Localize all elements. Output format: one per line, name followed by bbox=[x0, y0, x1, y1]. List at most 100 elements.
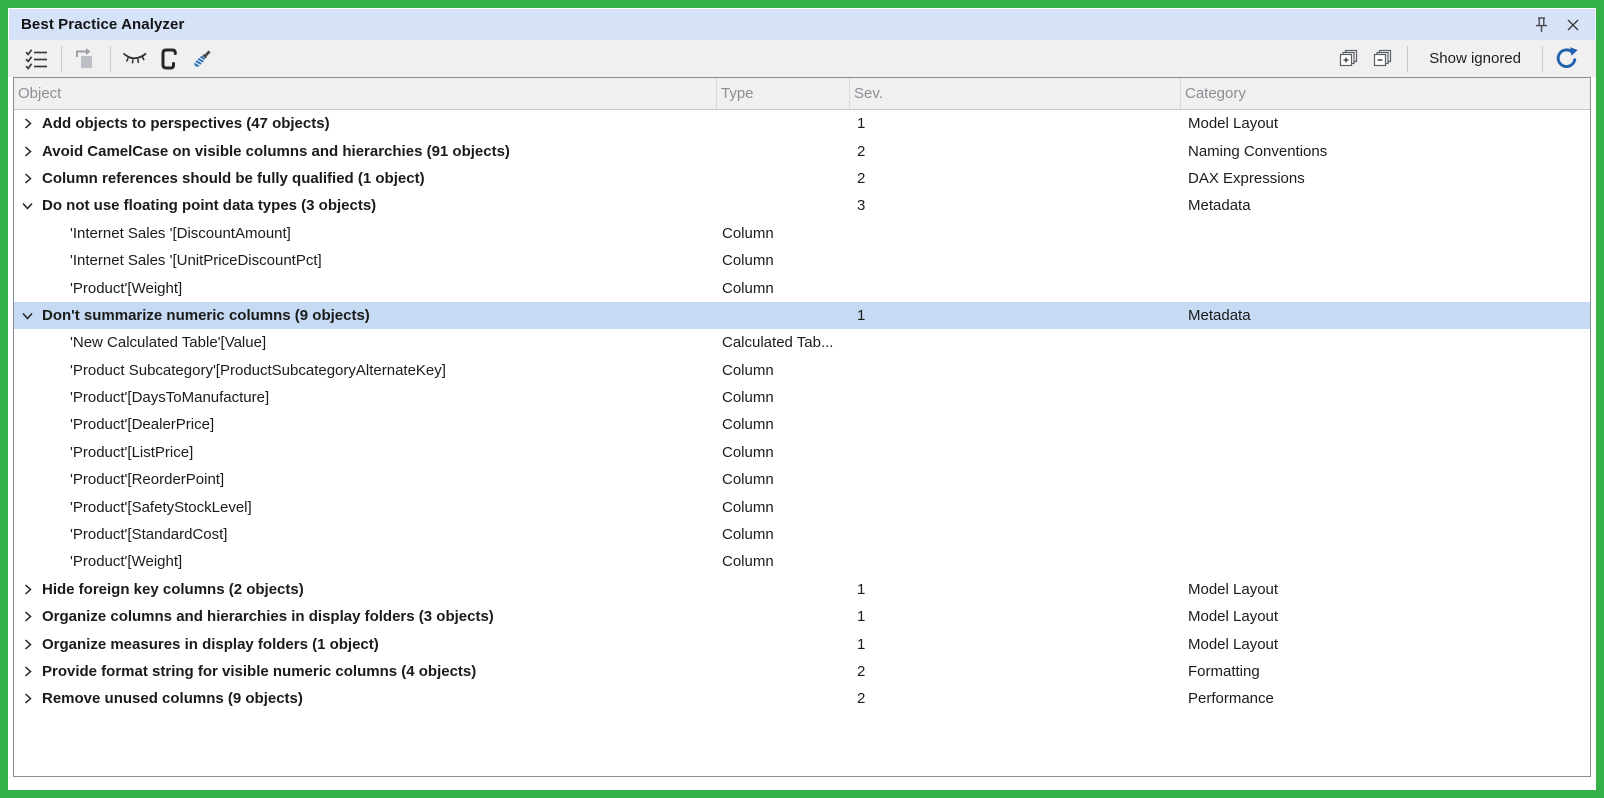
object-label: Don't summarize numeric columns (9 objec… bbox=[42, 307, 370, 324]
pin-button[interactable] bbox=[1529, 13, 1553, 37]
object-label: Remove unused columns (9 objects) bbox=[42, 690, 303, 707]
category-cell: Model Layout bbox=[1181, 608, 1590, 625]
toolbar-right-group: Show ignored bbox=[1332, 44, 1584, 74]
toolbar-separator bbox=[1407, 46, 1408, 72]
column-header-category[interactable]: Category bbox=[1181, 78, 1590, 109]
object-label: Do not use floating point data types (3 … bbox=[42, 197, 376, 214]
object-label: 'Product'[DealerPrice] bbox=[70, 416, 214, 433]
type-cell: Column bbox=[717, 416, 850, 433]
severity-cell: 2 bbox=[850, 143, 1181, 160]
manage-rules-button[interactable] bbox=[20, 44, 52, 74]
object-label: Add objects to perspectives (47 objects) bbox=[42, 115, 330, 132]
column-header-object[interactable]: Object bbox=[14, 78, 717, 109]
table-row[interactable]: 'Product'[StandardCost] Column bbox=[14, 521, 1590, 548]
table-row[interactable]: Column references should be fully qualif… bbox=[14, 165, 1590, 192]
table-row[interactable]: Provide format string for visible numeri… bbox=[14, 658, 1590, 685]
object-label: 'Product'[DaysToManufacture] bbox=[70, 389, 269, 406]
object-label: 'Product'[SafetyStockLevel] bbox=[70, 499, 252, 516]
category-cell: Model Layout bbox=[1181, 581, 1590, 598]
object-label: 'Product'[Weight] bbox=[70, 280, 182, 297]
chevron-down-icon[interactable] bbox=[20, 199, 35, 212]
bpa-table: Object Type Sev. Category Add objects to… bbox=[13, 77, 1591, 777]
type-cell: Calculated Tab... bbox=[717, 334, 850, 351]
column-header-type[interactable]: Type bbox=[717, 78, 850, 109]
refresh-icon bbox=[1554, 46, 1579, 71]
table-row[interactable]: Add objects to perspectives (47 objects)… bbox=[14, 110, 1590, 137]
object-label: 'Product'[Weight] bbox=[70, 553, 182, 570]
object-label: 'New Calculated Table'[Value] bbox=[70, 334, 266, 351]
object-label: 'Internet Sales '[DiscountAmount] bbox=[70, 225, 291, 242]
table-row[interactable]: 'Product'[DealerPrice] Column bbox=[14, 411, 1590, 438]
object-label: Column references should be fully qualif… bbox=[42, 170, 425, 187]
category-cell: Metadata bbox=[1181, 197, 1590, 214]
object-label: Organize columns and hierarchies in disp… bbox=[42, 608, 494, 625]
table-row[interactable]: 'Internet Sales '[DiscountAmount]Column bbox=[14, 220, 1590, 247]
chevron-down-icon[interactable] bbox=[20, 309, 35, 322]
table-body: Add objects to perspectives (47 objects)… bbox=[14, 110, 1590, 776]
type-cell: Column bbox=[717, 252, 850, 269]
toolbar-separator bbox=[110, 46, 111, 72]
severity-cell: 1 bbox=[850, 115, 1181, 132]
refresh-button[interactable] bbox=[1550, 44, 1582, 74]
table-row[interactable]: Don't summarize numeric columns (9 objec… bbox=[14, 302, 1590, 329]
table-row[interactable]: 'Product'[Weight] Column bbox=[14, 274, 1590, 301]
category-cell: DAX Expressions bbox=[1181, 170, 1590, 187]
object-label: Hide foreign key columns (2 objects) bbox=[42, 581, 304, 598]
goto-object-icon bbox=[74, 47, 96, 70]
expand-all-button[interactable] bbox=[1332, 44, 1364, 74]
ignore-item-button[interactable] bbox=[118, 44, 150, 74]
chevron-right-icon[interactable] bbox=[20, 610, 35, 623]
screwdriver-icon bbox=[190, 47, 214, 71]
table-row[interactable]: 'Product Subcategory'[ProductSubcategory… bbox=[14, 357, 1590, 384]
table-row[interactable]: Do not use floating point data types (3 … bbox=[14, 192, 1590, 219]
severity-cell: 2 bbox=[850, 690, 1181, 707]
category-cell: Naming Conventions bbox=[1181, 143, 1590, 160]
table-row[interactable]: Avoid CamelCase on visible columns and h… bbox=[14, 137, 1590, 164]
chevron-right-icon[interactable] bbox=[20, 665, 35, 678]
type-cell: Column bbox=[717, 499, 850, 516]
pin-icon bbox=[1534, 16, 1549, 33]
type-cell: Column bbox=[717, 280, 850, 297]
object-label: 'Product Subcategory'[ProductSubcategory… bbox=[70, 362, 446, 379]
table-row[interactable]: Organize columns and hierarchies in disp… bbox=[14, 603, 1590, 630]
table-row[interactable]: 'Product'[ReorderPoint] Column bbox=[14, 466, 1590, 493]
table-row[interactable]: 'Product'[Weight]Column bbox=[14, 548, 1590, 575]
object-label: 'Product'[StandardCost] bbox=[70, 526, 227, 543]
close-icon bbox=[1566, 18, 1580, 32]
table-row[interactable]: 'Product'[DaysToManufacture]Column bbox=[14, 384, 1590, 411]
toolbar-separator bbox=[1542, 46, 1543, 72]
closed-eye-icon bbox=[121, 50, 148, 67]
title-bar: Best Practice Analyzer bbox=[9, 9, 1595, 40]
chevron-right-icon[interactable] bbox=[20, 145, 35, 158]
type-cell: Column bbox=[717, 444, 850, 461]
object-label: 'Product'[ReorderPoint] bbox=[70, 471, 224, 488]
type-cell: Column bbox=[717, 526, 850, 543]
bpa-window: Best Practice Analyzer bbox=[0, 0, 1604, 798]
show-ignored-button[interactable]: Show ignored bbox=[1415, 44, 1535, 74]
category-cell: Metadata bbox=[1181, 307, 1590, 324]
chevron-right-icon[interactable] bbox=[20, 583, 35, 596]
severity-cell: 3 bbox=[850, 197, 1181, 214]
chevron-right-icon[interactable] bbox=[20, 638, 35, 651]
chevron-right-icon[interactable] bbox=[20, 117, 35, 130]
table-row[interactable]: 'Internet Sales '[UnitPriceDiscountPct]C… bbox=[14, 247, 1590, 274]
collapse-all-button[interactable] bbox=[1366, 44, 1398, 74]
table-row[interactable]: Organize measures in display folders (1 … bbox=[14, 630, 1590, 657]
type-cell: Column bbox=[717, 471, 850, 488]
table-row[interactable]: 'New Calculated Table'[Value] Calculated … bbox=[14, 329, 1590, 356]
chevron-right-icon[interactable] bbox=[20, 692, 35, 705]
table-row[interactable]: 'Product'[SafetyStockLevel] Column bbox=[14, 493, 1590, 520]
category-cell: Model Layout bbox=[1181, 115, 1590, 132]
expand-all-icon bbox=[1339, 49, 1358, 68]
fix-script-button[interactable] bbox=[152, 44, 184, 74]
table-row[interactable]: Hide foreign key columns (2 objects)1Mod… bbox=[14, 576, 1590, 603]
apply-fix-button[interactable] bbox=[186, 44, 218, 74]
table-row[interactable]: 'Product'[ListPrice]Column bbox=[14, 439, 1590, 466]
script-icon bbox=[158, 47, 179, 71]
toolbar-separator bbox=[61, 46, 62, 72]
column-header-severity[interactable]: Sev. bbox=[850, 78, 1181, 109]
table-row[interactable]: Remove unused columns (9 objects)2Perfor… bbox=[14, 685, 1590, 712]
goto-object-button[interactable] bbox=[69, 44, 101, 74]
close-button[interactable] bbox=[1561, 13, 1585, 37]
chevron-right-icon[interactable] bbox=[20, 172, 35, 185]
